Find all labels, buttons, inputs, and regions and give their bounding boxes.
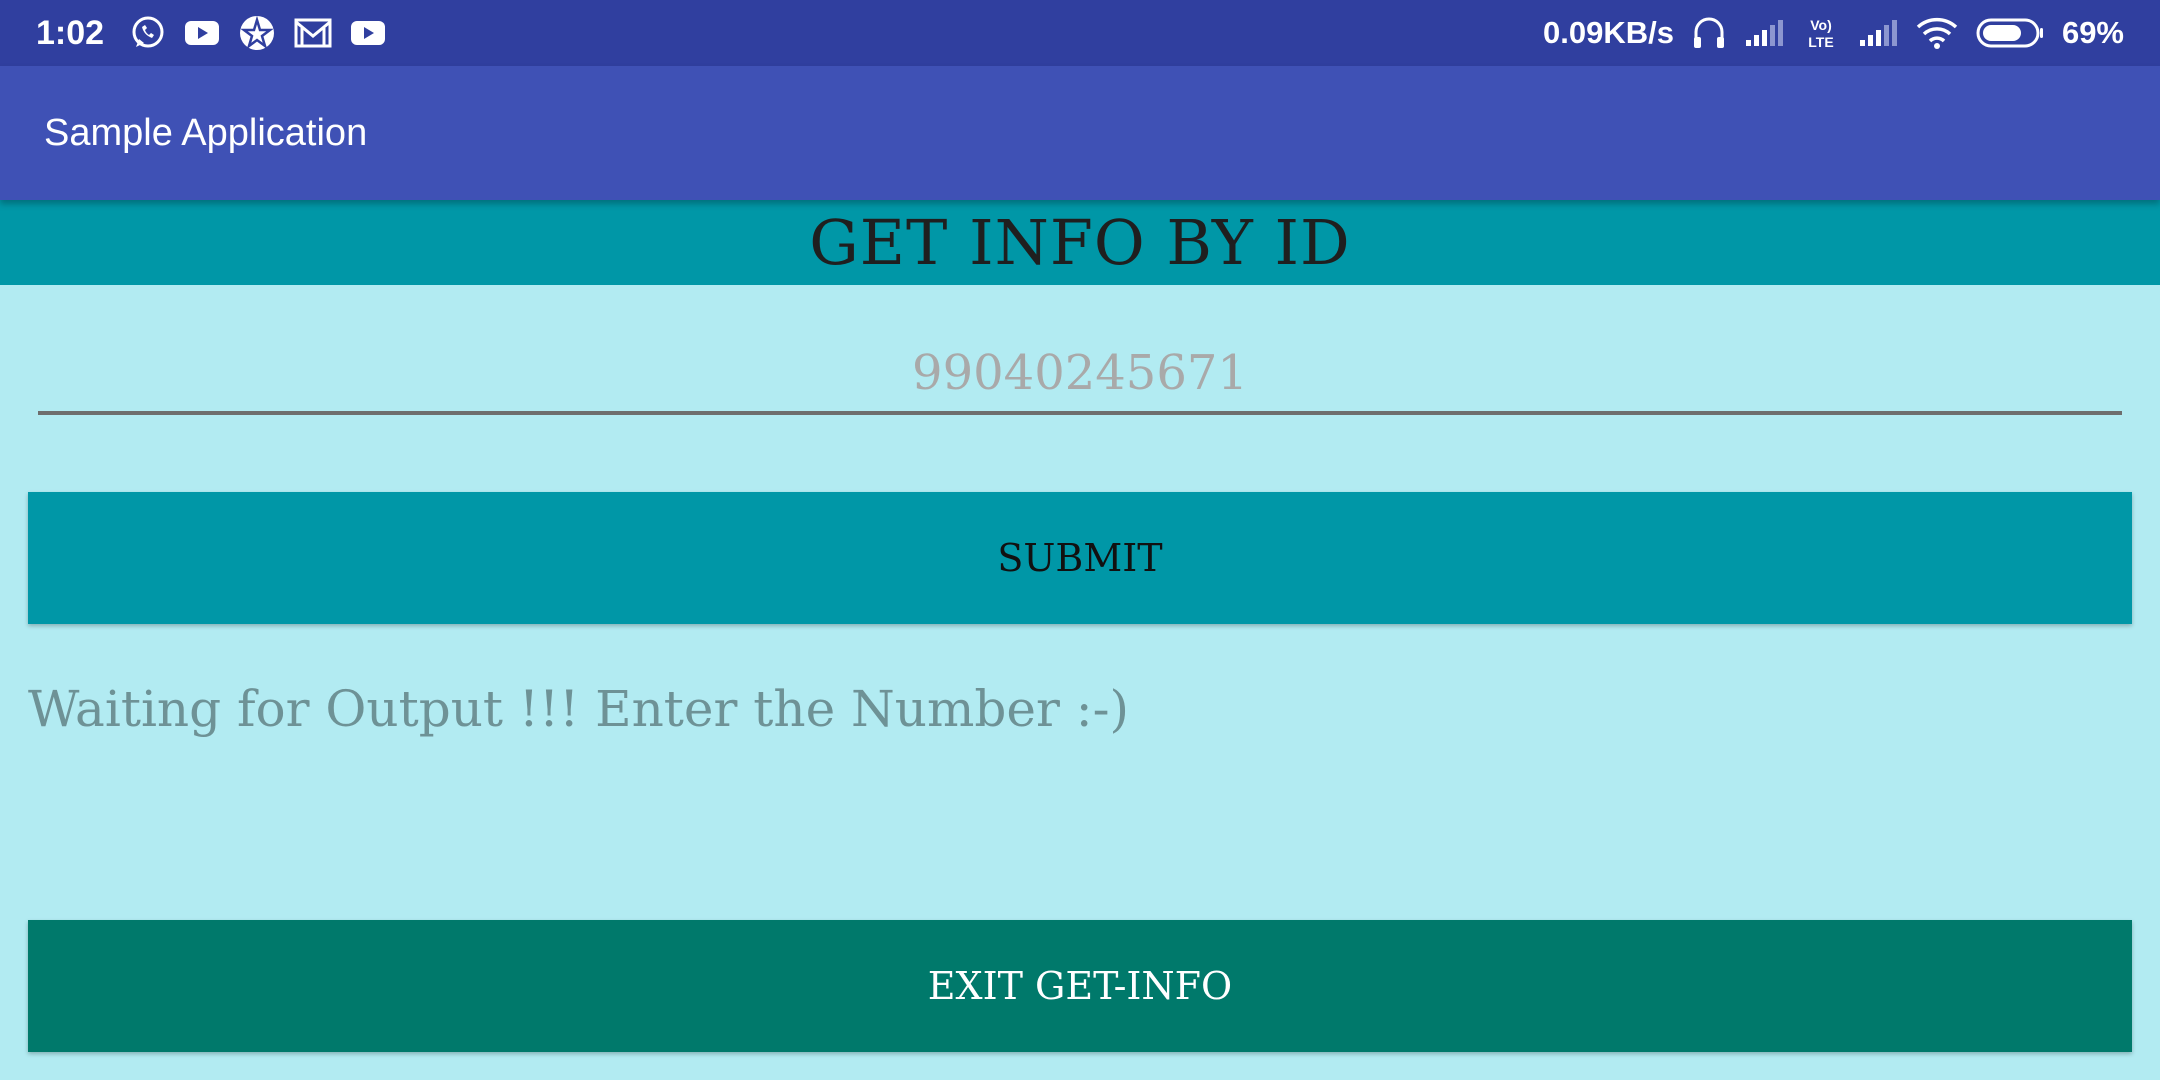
status-time: 1:02 [36, 13, 105, 52]
svg-text:LTE: LTE [1808, 34, 1833, 50]
app-bar: Sample Application [0, 66, 2160, 200]
app-badge-icon [238, 14, 276, 52]
status-bar: 1:02 0.09KB/s Vo) LTE 69% [0, 0, 2160, 66]
exit-button-label: EXIT GET-INFO [927, 964, 1233, 1008]
youtube-icon [350, 19, 386, 47]
signal-icon [1744, 18, 1784, 48]
mail-icon [294, 18, 332, 48]
youtube-icon [184, 19, 220, 47]
submit-button-label: SUBMIT [997, 536, 1163, 580]
battery-percent: 69% [2061, 15, 2124, 50]
page-title: GET INFO BY ID [809, 206, 1351, 279]
output-text: Waiting for Output !!! Enter the Number … [28, 680, 1130, 738]
battery-icon [1976, 17, 2044, 49]
status-bar-left: 1:02 [36, 14, 386, 53]
signal-icon [1858, 18, 1898, 48]
submit-button[interactable]: SUBMIT [28, 492, 2132, 624]
app-title: Sample Application [44, 111, 368, 154]
id-input[interactable] [38, 335, 2122, 415]
status-bar-right: 0.09KB/s Vo) LTE 69% [1543, 15, 2124, 51]
wifi-icon [1916, 17, 1958, 49]
headset-icon [1692, 15, 1726, 51]
network-speed: 0.09KB/s [1542, 15, 1674, 50]
whatsapp-icon [130, 15, 166, 51]
svg-text:Vo): Vo) [1810, 17, 1832, 33]
exit-button[interactable]: EXIT GET-INFO [28, 920, 2132, 1052]
page-header: GET INFO BY ID [0, 200, 2160, 285]
volte-icon: Vo) LTE [1802, 16, 1840, 50]
